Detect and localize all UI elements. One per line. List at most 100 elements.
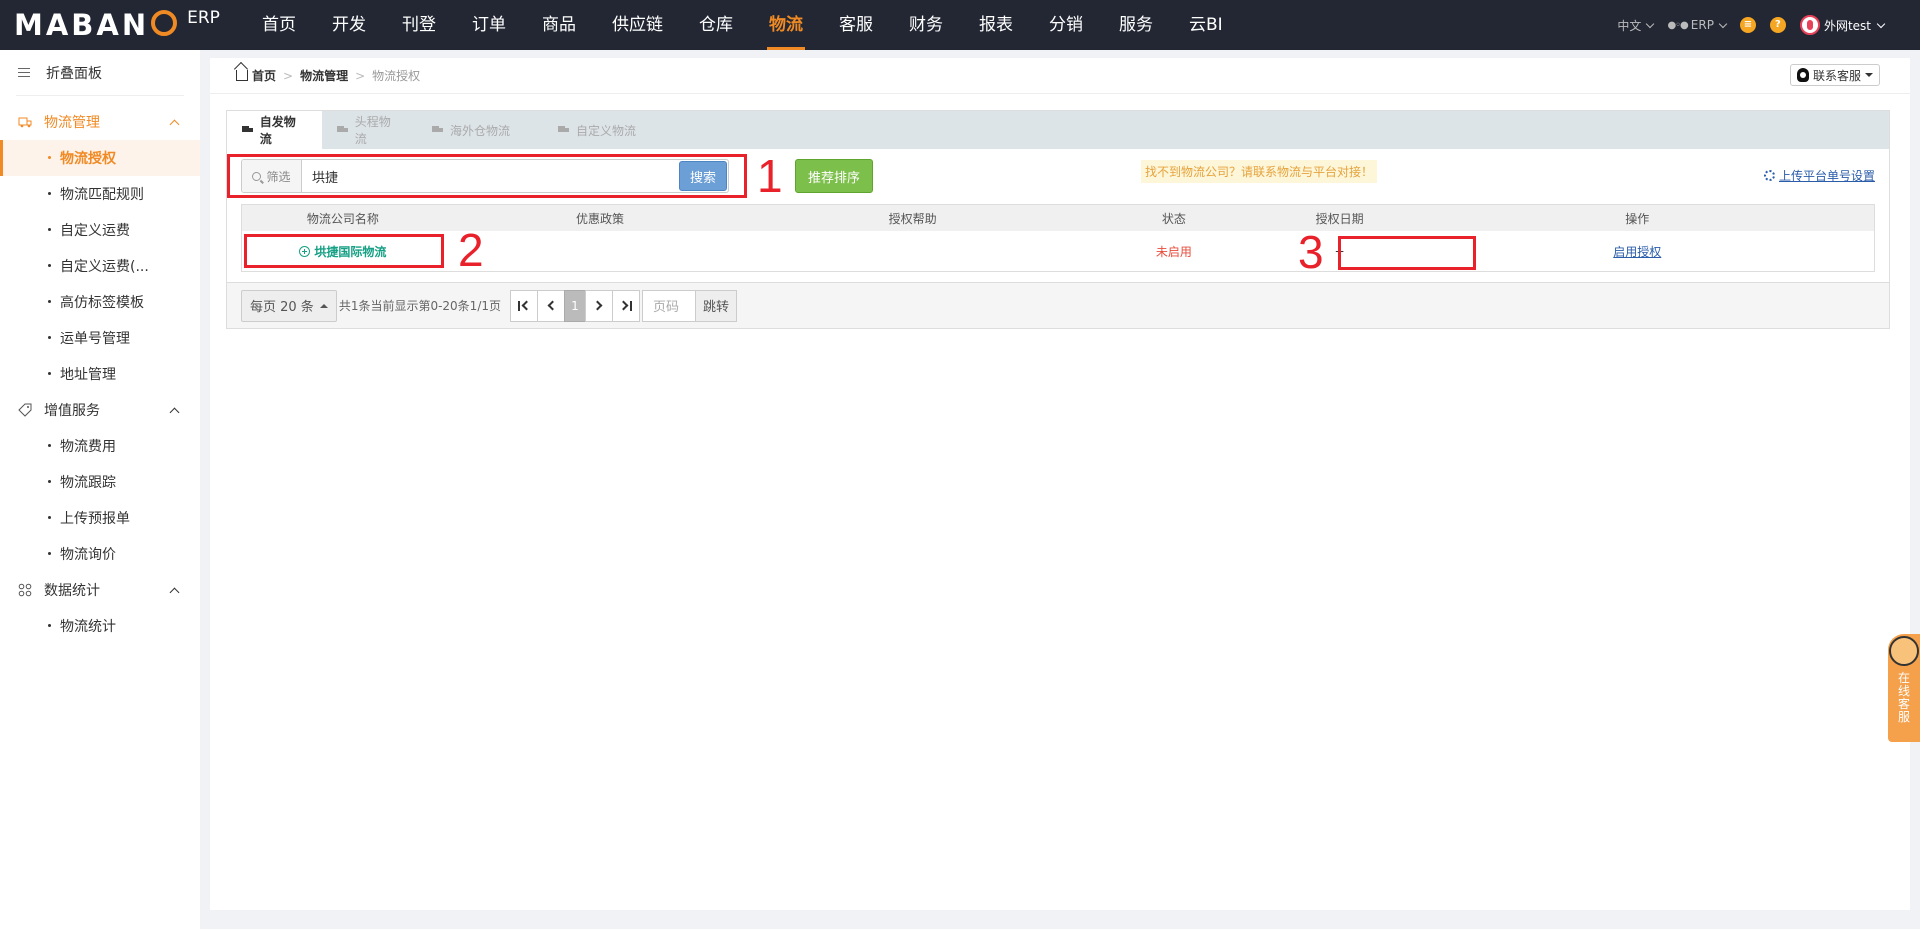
nav-supply-chain[interactable]: 供应链 (594, 0, 681, 50)
tab-label: 海外仓物流 (450, 123, 511, 138)
nav-cloud-bi[interactable]: 云BI (1171, 0, 1241, 50)
contact-support-label: 联系客服 (1812, 68, 1861, 83)
nav-home[interactable]: 首页 (244, 0, 314, 50)
sidebar-item-logistics-stats[interactable]: 物流统计 (0, 608, 200, 644)
top-right-tools: 中文 ●◦● ERP ≡ ? 外网test (1617, 0, 1886, 50)
enable-auth-link[interactable]: 启用授权 (1613, 243, 1661, 260)
home-icon (236, 70, 248, 81)
breadcrumb-section[interactable]: 物流管理 (300, 67, 348, 84)
caret-down-icon (1865, 73, 1873, 77)
jump-button[interactable]: 跳转 (696, 289, 738, 322)
chevron-down-icon (1718, 19, 1728, 28)
annotation-number-3: 3 (1298, 226, 1324, 278)
filter-label: 筛选 (242, 160, 302, 192)
sidebar-item-label: 自定义运费(... (60, 259, 149, 275)
sidebar-item-tracking-numbers[interactable]: 运单号管理 (0, 320, 200, 356)
sidebar-item-label: 物流跟踪 (60, 475, 116, 491)
logistics-panel: 自发物流 头程物流 海外仓物流 自定义物流 筛选 搜索 1 推荐排序 找不到物流… (226, 110, 1890, 329)
nav-reports[interactable]: 报表 (961, 0, 1031, 50)
sidebar-group-logistics-management[interactable]: 物流管理 (0, 104, 200, 140)
recommend-sort-button[interactable]: 推荐排序 (795, 159, 873, 193)
upload-tracking-settings-link[interactable]: 上传平台单号设置 (1763, 167, 1875, 184)
first-page-button[interactable] (510, 289, 538, 322)
policy-cell (444, 231, 757, 271)
last-page-icon (618, 300, 629, 311)
breadcrumb-home[interactable]: 首页 (252, 67, 276, 84)
tab-custom-logistics[interactable]: 自定义物流 (543, 111, 655, 149)
pagination: 每页 20 条 共1条当前显示第0-20条1/1页 1 页码 跳转 (227, 282, 1889, 328)
erp-dropdown[interactable]: ●◦● ERP (1667, 18, 1728, 32)
nav-develop[interactable]: 开发 (314, 0, 384, 50)
help-icon[interactable]: ? (1769, 17, 1786, 33)
per-page-select[interactable]: 每页 20 条 (241, 289, 337, 322)
nav-customer-service[interactable]: 客服 (821, 0, 891, 50)
header-help: 授权帮助 (888, 211, 937, 226)
sidebar-item-custom-freight[interactable]: 自定义运费 (0, 212, 200, 248)
last-page-button[interactable] (612, 289, 640, 322)
nav-finance[interactable]: 财务 (891, 0, 961, 50)
page-1-button[interactable]: 1 (564, 289, 586, 322)
nav-warehouse[interactable]: 仓库 (681, 0, 751, 50)
grid-icon (18, 583, 32, 597)
online-service-float[interactable]: 在线客服 (1888, 634, 1920, 742)
nav-listing[interactable]: 刊登 (384, 0, 454, 50)
annotation-box-2 (244, 234, 444, 268)
chevron-right-icon (592, 300, 603, 311)
search-icon (252, 171, 262, 181)
sidebar-item-logistics-fees[interactable]: 物流费用 (0, 428, 200, 464)
nav-services[interactable]: 服务 (1101, 0, 1171, 50)
sidebar-item-upload-forecast[interactable]: 上传预报单 (0, 500, 200, 536)
language-label: 中文 (1617, 18, 1642, 33)
page-number-input[interactable]: 页码 (642, 289, 696, 322)
mabang-logo[interactable]: MABAN ERP (14, 0, 244, 50)
tab-first-leg[interactable]: 头程物流 (322, 111, 417, 149)
sidebar-item-label: 高仿标签模板 (60, 295, 144, 311)
next-page-button[interactable] (585, 289, 613, 322)
search-input[interactable] (302, 160, 678, 192)
prev-page-button[interactable] (537, 289, 565, 322)
nav-orders[interactable]: 订单 (454, 0, 524, 50)
sidebar-group-data-stats[interactable]: 数据统计 (0, 572, 200, 608)
help-cell (756, 231, 1069, 271)
top-navbar: MABAN ERP 首页 开发 刊登 订单 商品 供应链 仓库 物流 客服 财务… (0, 0, 1920, 50)
sidebar-item-label: 物流费用 (60, 439, 116, 455)
sidebar-group-label: 物流管理 (44, 115, 100, 131)
sidebar-item-label: 物流询价 (60, 547, 116, 563)
sidebar-item-custom-freight-2[interactable]: 自定义运费(... (0, 248, 200, 284)
nav-logistics[interactable]: 物流 (751, 0, 821, 50)
tab-self-logistics[interactable]: 自发物流 (227, 111, 322, 149)
chevron-down-icon (1876, 19, 1886, 28)
sidebar-item-matching-rules[interactable]: 物流匹配规则 (0, 176, 200, 212)
contact-support-button[interactable]: 联系客服 (1789, 64, 1880, 86)
tab-label: 头程物流 (354, 115, 391, 146)
search-group: 筛选 搜索 (241, 159, 729, 193)
logo-text: MABAN (14, 8, 150, 42)
sidebar-item-label: 物流匹配规则 (60, 187, 144, 203)
sidebar-item-logistics-auth[interactable]: 物流授权 (0, 140, 200, 176)
user-menu[interactable]: 外网test (1799, 15, 1886, 35)
message-icon[interactable]: ≡ (1739, 17, 1756, 33)
fold-panel-button[interactable]: 折叠面板 (16, 50, 184, 96)
sidebar-item-logistics-inquiry[interactable]: 物流询价 (0, 536, 200, 572)
sidebar-group-value-added[interactable]: 增值服务 (0, 392, 200, 428)
main-content: 首页 > 物流管理 > 物流授权 联系客服 自发物流 头程物流 海外仓物流 自定… (210, 58, 1910, 910)
sidebar-group-label: 数据统计 (44, 583, 100, 599)
annotation-number-2: 2 (458, 224, 484, 276)
search-button[interactable]: 搜索 (679, 161, 727, 191)
first-page-icon (521, 300, 532, 311)
sidebar-item-logistics-tracking[interactable]: 物流跟踪 (0, 464, 200, 500)
nav-products[interactable]: 商品 (524, 0, 594, 50)
gear-icon (1763, 170, 1775, 181)
filter-row: 筛选 搜索 1 推荐排序 找不到物流公司？请联系物流与平台对接！ 上传平台单号设… (227, 149, 1889, 201)
tab-label: 自发物流 (259, 115, 296, 146)
expand-plus-icon[interactable] (299, 245, 311, 257)
language-dropdown[interactable]: 中文 (1617, 17, 1655, 34)
tab-overseas-warehouse[interactable]: 海外仓物流 (417, 111, 543, 149)
nav-distribution[interactable]: 分销 (1031, 0, 1101, 50)
sidebar-item-label-templates[interactable]: 高仿标签模板 (0, 284, 200, 320)
logo-erp: ERP (187, 8, 220, 28)
sidebar-item-address[interactable]: 地址管理 (0, 356, 200, 392)
user-name: 外网test (1823, 18, 1871, 33)
tag-icon (18, 403, 32, 417)
header-status: 状态 (1161, 211, 1186, 226)
